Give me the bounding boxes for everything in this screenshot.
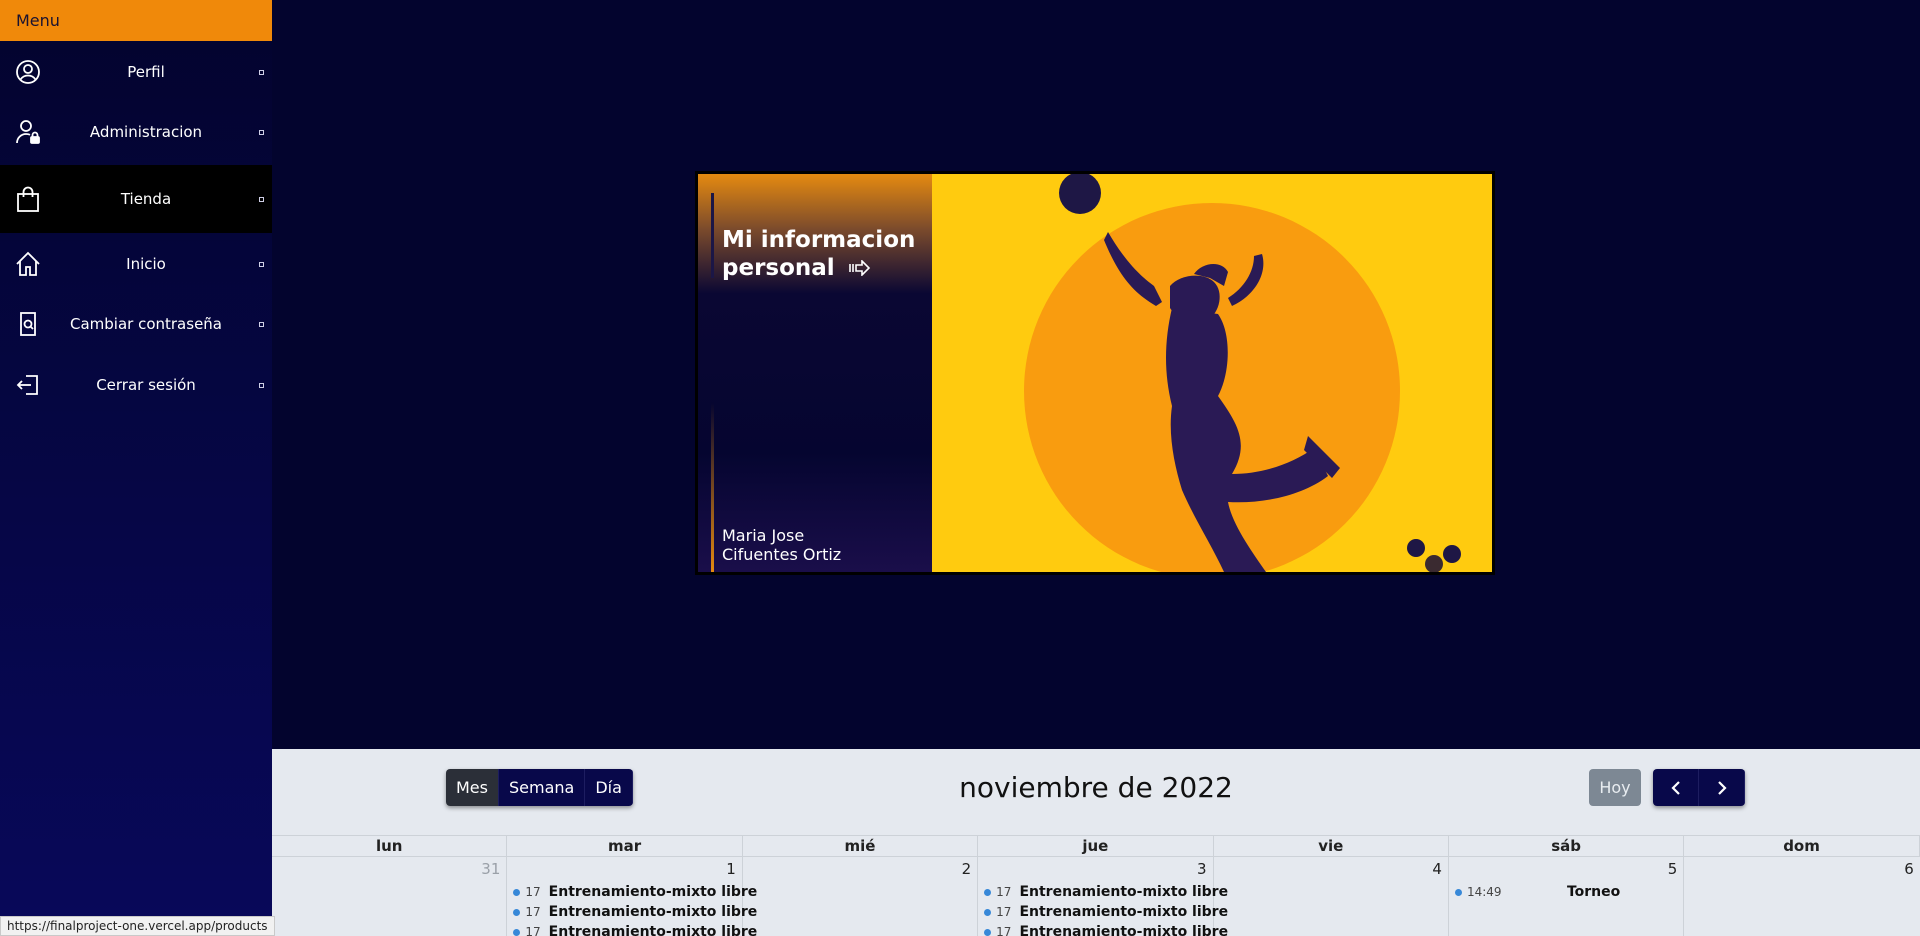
sidebar-item-label: Perfil [127, 63, 165, 81]
sidebar-item-label: Inicio [126, 255, 166, 273]
event-dot [984, 888, 992, 896]
sidebar: Menu Perfil Administracion Tienda Inicio… [0, 0, 272, 936]
calendar-nav [1653, 769, 1745, 806]
event-title: Entrenamiento-mixto libre [548, 904, 758, 920]
sidebar-item-tienda[interactable]: Tienda [0, 165, 272, 233]
event-title: Entrenamiento-mixto libre [1019, 884, 1229, 900]
calendar-day-cell[interactable]: 4 [1214, 857, 1449, 936]
day-number: 31 [481, 860, 501, 878]
profile-card-title-text: Mi informacion personal [722, 227, 916, 281]
day-number: 1 [726, 860, 736, 878]
arrow-right-icon [848, 255, 871, 283]
event-dot [513, 908, 521, 916]
calendar-event[interactable]: 17 Entrenamiento-mixto libre [513, 883, 757, 901]
home-icon [14, 250, 42, 278]
sidebar-item-cerrar-sesion[interactable]: Cerrar sesión [0, 365, 272, 405]
calendar-event[interactable]: 14:49 Torneo [1454, 883, 1679, 901]
sidebar-item-inicio[interactable]: Inicio [0, 244, 272, 284]
sidebar-item-label: Cambiar contraseña [69, 315, 222, 333]
sidebar-item-cambiar-contrasena[interactable]: Cambiar contraseña [0, 304, 272, 344]
sidebar-item-perfil[interactable]: Perfil [0, 51, 272, 93]
volleyball-illustration [932, 174, 1492, 572]
logout-icon [14, 371, 42, 399]
calendar-week-row: 31 1 17 Entrenamiento-mixto libre 17 Ent… [272, 857, 1920, 936]
event-time: 14:49 [1466, 885, 1502, 899]
weekday-label: vie [1214, 836, 1449, 856]
weekday-label: dom [1684, 836, 1920, 856]
user-lock-icon [14, 118, 42, 146]
event-time: 17 [525, 905, 541, 919]
sidebar-item-label: Cerrar sesión [96, 376, 196, 394]
event-time: 17 [996, 925, 1012, 936]
bullet-marker [259, 69, 264, 75]
calendar-day-cell[interactable]: 2 [743, 857, 979, 936]
calendar: Mes Semana Día noviembre de 2022 Hoy lun… [272, 749, 1920, 936]
day-number: 6 [1904, 860, 1914, 878]
today-button[interactable]: Hoy [1589, 769, 1641, 806]
day-number: 4 [1432, 860, 1442, 878]
chevron-right-icon [1717, 780, 1727, 795]
sidebar-item-label: Tienda [120, 190, 172, 208]
user-circle-icon [14, 58, 42, 86]
calendar-event[interactable]: 17 Entrenamiento-mixto libre [984, 903, 1228, 921]
calendar-day-cell[interactable]: 3 17 Entrenamiento-mixto libre 17 Entren… [978, 857, 1228, 936]
event-title: Entrenamiento-mixto libre [1019, 924, 1229, 936]
calendar-event[interactable]: 17 Entrenamiento-mixto libre [984, 923, 1228, 936]
decorative-line [711, 193, 714, 278]
event-dot [984, 908, 992, 916]
event-dot [1454, 888, 1462, 896]
calendar-weekday-header: lun mar mié jue vie sáb dom [272, 835, 1920, 857]
password-icon [14, 310, 42, 338]
sidebar-item-label: Administracion [89, 123, 203, 141]
bullet-marker [259, 382, 264, 388]
calendar-event[interactable]: 17 Entrenamiento-mixto libre [513, 923, 757, 936]
day-number: 3 [1197, 860, 1207, 878]
event-dot [513, 888, 521, 896]
calendar-day-cell[interactable]: 6 [1684, 857, 1919, 936]
profile-card-title: Mi informacion personal [722, 226, 922, 283]
event-title: Torneo [1566, 884, 1621, 900]
profile-name: Maria Jose Cifuentes Ortiz [722, 526, 922, 564]
profile-first-names: Maria Jose [722, 526, 805, 545]
status-bar-url: https://finalproject-one.vercel.app/prod… [0, 916, 275, 936]
weekday-label: mié [743, 836, 979, 856]
event-time: 17 [525, 925, 541, 936]
bullet-marker [259, 196, 264, 202]
calendar-day-cell[interactable]: 31 [272, 857, 508, 936]
prev-month-button[interactable] [1653, 769, 1699, 806]
sidebar-item-administracion[interactable]: Administracion [0, 111, 272, 153]
chevron-left-icon [1670, 780, 1680, 795]
calendar-day-cell[interactable]: 5 14:49 Torneo [1449, 857, 1685, 936]
profile-card[interactable]: Mi informacion personal Maria Jose Cifue… [695, 171, 1495, 575]
event-title: Entrenamiento-mixto libre [548, 884, 758, 900]
bullet-marker [259, 129, 264, 135]
shopping-bag-icon [14, 185, 42, 213]
event-title: Entrenamiento-mixto libre [548, 924, 758, 936]
next-month-button[interactable] [1699, 769, 1745, 806]
event-dot [513, 928, 521, 936]
event-time: 17 [525, 885, 541, 899]
calendar-event[interactable]: 17 Entrenamiento-mixto libre [513, 903, 757, 921]
bullet-marker [259, 321, 264, 327]
weekday-label: mar [507, 836, 743, 856]
profile-last-names: Cifuentes Ortiz [722, 545, 842, 564]
event-time: 17 [996, 885, 1012, 899]
weekday-label: lun [272, 836, 508, 856]
day-number: 5 [1667, 860, 1678, 878]
weekday-label: jue [978, 836, 1214, 856]
decorative-line [711, 402, 714, 572]
day-number: 2 [961, 860, 972, 878]
event-time: 17 [996, 905, 1012, 919]
sidebar-title: Menu [0, 0, 272, 41]
weekday-label: sáb [1449, 836, 1685, 856]
calendar-event[interactable]: 17 Entrenamiento-mixto libre [984, 883, 1228, 901]
profile-card-info: Mi informacion personal Maria Jose Cifue… [698, 174, 932, 572]
calendar-day-cell[interactable]: 1 17 Entrenamiento-mixto libre 17 Entren… [507, 857, 757, 936]
event-dot [984, 928, 992, 936]
bullet-marker [259, 261, 264, 267]
event-title: Entrenamiento-mixto libre [1019, 904, 1229, 920]
